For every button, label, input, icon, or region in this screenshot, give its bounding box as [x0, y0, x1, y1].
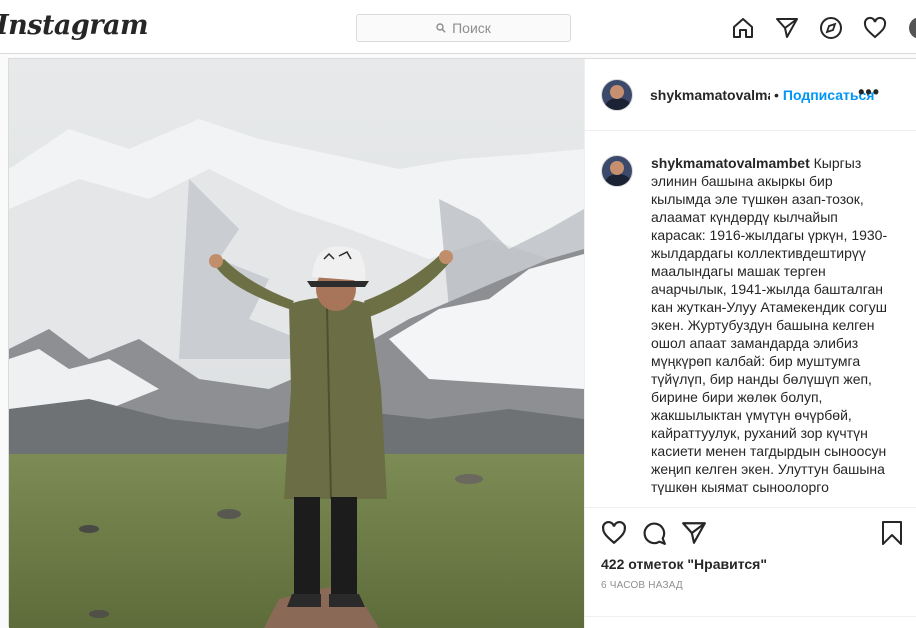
- profile-avatar[interactable]: [909, 17, 916, 39]
- like-heart-icon[interactable]: [601, 520, 627, 546]
- nav-icons: [730, 15, 906, 41]
- action-row: [601, 520, 721, 546]
- caption-username[interactable]: shykmamatovalmambet: [651, 155, 810, 171]
- more-options-icon[interactable]: •••: [858, 83, 880, 101]
- search-icon: [436, 23, 446, 33]
- comment-divider: [585, 616, 916, 617]
- post-header: shykmamatovalmambet • Подписаться •••: [585, 59, 916, 131]
- post-actions: 422 отметок "Нравится" 6 ЧАСОВ НАЗАД: [585, 507, 916, 628]
- direct-icon[interactable]: [774, 15, 800, 41]
- caption-author-avatar[interactable]: [601, 155, 633, 187]
- caption-area: shykmamatovalmambet Кыргыз элинин башына…: [585, 132, 916, 507]
- post-photo[interactable]: [9, 59, 584, 628]
- instagram-logo[interactable]: Instagram: [0, 10, 149, 41]
- post-timestamp[interactable]: 6 ЧАСОВ НАЗАД: [601, 580, 683, 591]
- likes-label: "Нравится": [687, 556, 767, 572]
- likes-number: 422 отметок: [601, 556, 684, 572]
- post-modal: shykmamatovalmambet • Подписаться ••• sh…: [8, 58, 916, 628]
- search-input[interactable]: Поиск: [356, 14, 571, 42]
- comment-icon[interactable]: [641, 520, 667, 546]
- explore-icon[interactable]: [818, 15, 844, 41]
- top-navbar: Instagram Поиск: [0, 0, 916, 54]
- search-placeholder: Поиск: [452, 20, 491, 36]
- likes-count[interactable]: 422 отметок "Нравится": [601, 556, 767, 572]
- caption-text: Кыргыз элинин башына акыркы бир кылымда …: [651, 155, 888, 495]
- post-sidebar: shykmamatovalmambet • Подписаться ••• sh…: [584, 59, 916, 628]
- caption: shykmamatovalmambet Кыргыз элинин башына…: [651, 154, 891, 496]
- heart-icon[interactable]: [862, 15, 888, 41]
- author-username[interactable]: shykmamatovalmambet: [650, 87, 770, 103]
- share-icon[interactable]: [681, 520, 707, 546]
- author-avatar[interactable]: [601, 78, 633, 111]
- bookmark-icon[interactable]: [880, 520, 904, 546]
- separator-dot: •: [774, 86, 779, 103]
- home-icon[interactable]: [730, 15, 756, 41]
